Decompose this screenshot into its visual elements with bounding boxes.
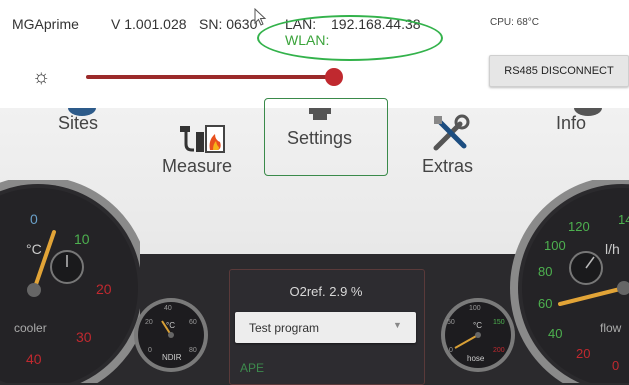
version-label: V 1.001.028 [111,16,187,32]
cooler-label: cooler [14,321,47,335]
flow-label: flow [600,321,622,335]
ndir-tick-20: 20 [145,319,153,326]
extras-tools-icon [433,114,470,151]
flow-tick-100: 100 [544,238,566,253]
flow-tick-80: 80 [538,264,552,279]
o2ref-value: O2ref. 2.9 % [289,284,363,299]
ape-label: APE [240,361,265,375]
ndir-tick-80: 80 [189,347,197,354]
hose-tick-100: 100 [469,305,481,312]
settings-menu-label[interactable]: Settings [287,128,352,149]
mouse-cursor-icon [254,8,267,26]
flow-gauge: 140 120 100 80 60 40 20 0 l/h flow [510,180,629,383]
brightness-icon: ☼ [32,66,51,88]
flow-tick-20: 20 [576,346,590,361]
cooler-gauge: 0 10 20 30 40 °C cooler [0,180,140,383]
flow-tick-120: 120 [568,219,590,234]
cooler-unit: °C [26,241,42,257]
measure-menu-label[interactable]: Measure [162,156,232,177]
hose-unit: °C [473,321,482,330]
info-menu-label[interactable]: Info [556,113,586,134]
dropdown-arrow-icon[interactable]: ▼ [393,320,402,330]
cooler-tick-10: 10 [74,231,90,247]
hose-tick-50: 50 [447,319,455,326]
brightness-slider[interactable] [86,75,342,79]
highlight-ellipse [257,15,443,61]
ndir-gauge: 40 20 60 80 0 °C NDIR [134,298,208,372]
cooler-tick-30: 30 [76,329,92,345]
program-select-value[interactable]: Test program [249,321,319,335]
sites-menu-label[interactable]: Sites [58,113,98,134]
measure-icon [180,125,225,153]
flow-tick-60: 60 [538,296,552,311]
cooler-tick-40: 40 [26,351,42,367]
rs485-disconnect-button[interactable]: RS485 DISCONNECT [489,55,629,87]
serial-number: SN: 0630 [199,16,258,32]
flow-tick-0: 0 [612,358,619,373]
app-name: MGAprime [12,16,79,32]
flow-tick-140: 140 [618,212,629,227]
flow-unit: l/h [605,241,620,257]
ndir-tick-0: 0 [148,347,152,354]
cooler-tick-20: 20 [96,281,112,297]
hose-tick-0: 0 [449,347,453,354]
extras-menu-label[interactable]: Extras [422,156,473,177]
ndir-label: NDIR [162,353,182,362]
ndir-tick-60: 60 [189,319,197,326]
ndir-tick-40: 40 [164,305,172,312]
ndir-unit: °C [166,321,175,330]
cpu-temperature: CPU: 68°C [490,17,540,28]
flow-tick-40: 40 [548,326,562,341]
hose-label: hose [467,354,485,363]
settings-gear-icon [309,108,331,120]
cooler-tick-0: 0 [30,211,38,227]
